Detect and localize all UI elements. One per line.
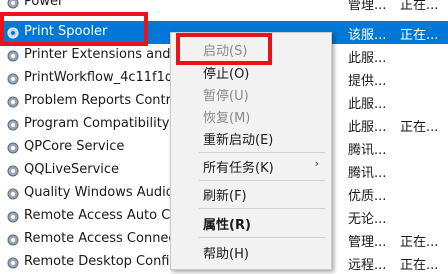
menu-item-label: 停止(O) <box>203 67 250 82</box>
menu-separator <box>199 180 325 181</box>
gear-icon <box>6 187 20 201</box>
service-description: 优质... <box>348 189 387 204</box>
gear-icon <box>6 0 20 10</box>
service-status: 正在... <box>400 120 439 135</box>
service-description: 此服... <box>348 97 387 112</box>
menu-item-help[interactable]: 帮助(H) <box>171 240 331 262</box>
highlight-box-print-spooler <box>0 12 148 46</box>
service-description: 此服... <box>348 120 387 135</box>
menu-item-label: 属性(R) <box>203 218 251 233</box>
menu-item-pause[interactable]: 暂停(U) <box>171 82 331 104</box>
service-status: 正在... <box>400 0 439 13</box>
menu-item-label: 帮助(H) <box>203 247 249 262</box>
menu-item-label: 暂停(U) <box>203 89 249 104</box>
gear-icon <box>6 118 20 132</box>
gear-icon <box>6 141 20 155</box>
gear-icon <box>6 256 20 270</box>
service-description: 管理... <box>348 235 387 250</box>
menu-separator <box>199 237 325 238</box>
context-menu: 启动(S) 停止(O) 暂停(U) 恢复(M) 重新启动(E) 所有任务(K) … <box>170 32 332 270</box>
gear-icon <box>6 49 20 63</box>
gear-icon <box>6 164 20 178</box>
gear-icon <box>6 72 20 86</box>
chevron-right-icon: › <box>314 157 319 170</box>
service-description: 无论... <box>348 212 387 227</box>
menu-item-label: 刷新(F) <box>203 189 247 204</box>
highlight-box-start <box>176 33 272 65</box>
menu-item-refresh[interactable]: 刷新(F) <box>171 182 331 204</box>
service-description: 腾讯... <box>348 143 387 158</box>
service-status: 正在... <box>400 28 439 43</box>
service-status: 正在... <box>400 235 439 250</box>
gear-icon <box>6 95 20 109</box>
service-description: 远程... <box>348 258 387 273</box>
service-description: 腾讯... <box>348 166 387 181</box>
menu-item-label: 恢复(M) <box>203 111 251 126</box>
menu-item-resume[interactable]: 恢复(M) <box>171 104 331 126</box>
gear-icon <box>6 210 20 224</box>
service-description: 管理... <box>348 0 387 13</box>
menu-item-restart[interactable]: 重新启动(E) <box>171 126 331 148</box>
service-description: 该服... <box>348 28 387 43</box>
service-description: 此服... <box>348 51 387 66</box>
menu-item-properties[interactable]: 属性(R) <box>171 211 331 233</box>
menu-item-label: 重新启动(E) <box>203 133 274 148</box>
gear-icon <box>6 233 20 247</box>
menu-item-label: 所有任务(K) <box>203 161 274 176</box>
menu-separator <box>199 208 325 209</box>
menu-separator <box>199 152 325 153</box>
menu-item-all-tasks[interactable]: 所有任务(K) › <box>171 154 331 176</box>
service-name: Power <box>24 0 64 9</box>
service-status: 正在... <box>400 258 439 273</box>
service-description: 提供... <box>348 74 387 89</box>
